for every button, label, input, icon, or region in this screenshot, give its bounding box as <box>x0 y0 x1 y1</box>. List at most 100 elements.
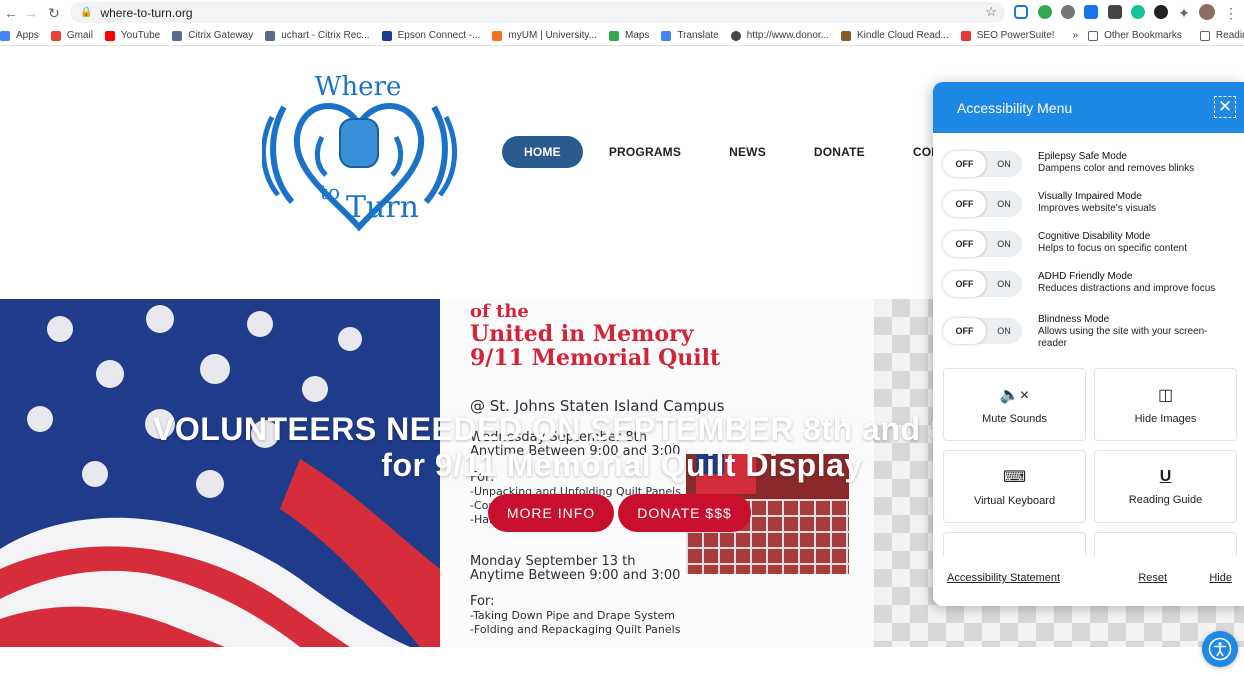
cognitive-toggle[interactable]: OFF ON <box>943 231 1022 257</box>
mode-description: Helps to focus on specific content <box>1038 243 1187 254</box>
reload-icon[interactable]: ↻ <box>43 2 65 24</box>
epilepsy-toggle[interactable]: OFF ON <box>943 151 1022 177</box>
reset-link[interactable]: Reset <box>1138 572 1167 584</box>
bookmark-item[interactable]: Epson Connect -... <box>381 30 480 41</box>
close-icon[interactable]: ✕ <box>1214 96 1236 118</box>
tile-label: Virtual Keyboard <box>973 494 1056 507</box>
browser-menu-icon[interactable]: ⋮ <box>1220 2 1242 24</box>
extension-chat-icon[interactable] <box>1014 5 1028 19</box>
translate-icon <box>661 30 672 41</box>
nav-home[interactable]: HOME <box>502 136 583 168</box>
hide-link[interactable]: Hide <box>1209 572 1232 584</box>
toggle-off-label: OFF <box>943 318 986 344</box>
gmail-icon <box>50 30 61 41</box>
mode-text: ADHD Friendly Mode Reduces distractions a… <box>1038 271 1215 295</box>
accessibility-menu-header: Accessibility Menu <box>933 82 1244 133</box>
more-info-button[interactable]: MORE INFO <box>488 494 614 532</box>
bookmark-item[interactable]: uchart - Citrix Rec... <box>265 30 370 41</box>
mode-text: Blindness Mode Allows using the site with… <box>1038 314 1223 350</box>
nav-donate[interactable]: DONATE <box>814 145 865 159</box>
mode-title: Visually Impaired Mode <box>1038 191 1142 202</box>
bookmark-star-icon[interactable]: ☆ <box>985 4 997 20</box>
bookmark-item[interactable]: Translate <box>661 30 719 41</box>
accessibility-icon <box>1208 637 1232 661</box>
mute-icon: 🔈× <box>999 386 1030 404</box>
reading-guide-icon: U <box>1159 467 1172 485</box>
bookmark-item[interactable]: Citrix Gateway <box>172 30 253 41</box>
accessibility-statement-link[interactable]: Accessibility Statement <box>947 572 1060 584</box>
bookmark-item[interactable]: Kindle Cloud Read... <box>841 30 949 41</box>
extension-green-icon[interactable] <box>1038 5 1052 19</box>
mode-row-visually-impaired: OFF ON Visually Impaired Mode Improves web… <box>943 191 1238 217</box>
address-bar[interactable]: 🔒 where-to-turn.org ☆ <box>70 2 1005 23</box>
extensions-puzzle-icon[interactable]: ✦ <box>1173 2 1195 24</box>
poster-note: For: <box>470 594 495 609</box>
maps-pin-icon <box>608 30 619 41</box>
mode-title: Blindness Mode <box>1038 314 1110 325</box>
url-text: where-to-turn.org <box>100 5 193 20</box>
mode-description: Reduces distractions and improve focus <box>1038 283 1216 294</box>
bookmark-item[interactable]: myUM | University... <box>492 30 597 41</box>
donate-hero-button[interactable]: DONATE $$$ <box>618 494 751 532</box>
citrix-icon <box>172 30 183 41</box>
mode-row-blindness: OFF ON Blindness Mode Allows using the sit… <box>943 314 1238 350</box>
mute-sounds-button[interactable]: 🔈× Mute Sounds <box>943 368 1086 441</box>
lock-icon: 🔒 <box>80 7 93 18</box>
toggle-on-label: ON <box>997 159 1011 169</box>
bookmark-item[interactable]: Apps <box>0 30 39 41</box>
toggle-on-label: ON <box>997 326 1011 336</box>
visually-impaired-toggle[interactable]: OFF ON <box>943 191 1022 217</box>
toggle-off-label: OFF <box>943 151 986 177</box>
um-icon <box>492 30 503 41</box>
bookmark-item[interactable]: SEO PowerSuite! <box>960 30 1055 41</box>
mode-description: Improves website's visuals <box>1038 203 1157 214</box>
mode-text: Cognitive Disability Mode Helps to focus … <box>1038 231 1187 255</box>
extension-doc-icon[interactable] <box>1108 5 1122 19</box>
mode-text: Epilepsy Safe Mode Dampens color and remo… <box>1038 151 1194 175</box>
globe-icon <box>730 30 741 41</box>
apps-grid-icon <box>0 30 10 41</box>
bookmark-item[interactable]: YouTube <box>104 30 160 41</box>
forward-icon[interactable]: → <box>20 2 42 24</box>
accessibility-footer: Accessibility Statement Reset Hide <box>933 572 1244 584</box>
mode-row-adhd: OFF ON ADHD Friendly Mode Reduces distract… <box>943 271 1238 297</box>
epson-icon <box>381 30 392 41</box>
mode-description: Dampens color and removes blinks <box>1038 163 1195 174</box>
extension-globe-icon[interactable] <box>1061 5 1075 19</box>
bookmark-item[interactable]: http://www.donor... <box>730 30 829 41</box>
kindle-icon <box>841 30 851 41</box>
bookmarks-more-button[interactable]: » <box>1073 30 1079 41</box>
extension-dark-icon[interactable] <box>1154 5 1168 19</box>
poster-line: 9/11 Memorial Quilt <box>470 345 721 371</box>
toggle-off-label: OFF <box>943 271 986 297</box>
profile-avatar[interactable] <box>1199 4 1215 20</box>
nav-programs[interactable]: PROGRAMS <box>609 145 681 159</box>
extension-blue-icon[interactable] <box>1084 5 1098 19</box>
hide-images-icon: ◫ <box>1157 386 1174 404</box>
reading-guide-button[interactable]: U Reading Guide <box>1094 450 1237 523</box>
virtual-keyboard-button[interactable]: ⌨ Virtual Keyboard <box>943 450 1086 523</box>
bookmark-item[interactable]: Gmail <box>50 30 93 41</box>
other-bookmarks-folder[interactable]: Other Bookmarks <box>1088 30 1182 41</box>
toggle-off-label: OFF <box>943 191 986 217</box>
reading-list-icon <box>1199 30 1210 41</box>
browser-toolbar: ← → ↻ 🔒 where-to-turn.org ☆ ✦ ⋮ <box>0 0 1244 25</box>
poster-line: United in Memory <box>470 321 694 347</box>
hide-images-button[interactable]: ◫ Hide Images <box>1094 368 1237 441</box>
adhd-toggle[interactable]: OFF ON <box>943 271 1022 297</box>
bookmark-item[interactable]: Maps <box>608 30 649 41</box>
tile-label: Hide Images <box>1134 412 1197 425</box>
nav-news[interactable]: NEWS <box>729 145 766 159</box>
toggle-on-label: ON <box>997 239 1011 249</box>
poster-note: -Folding and Repackaging Quilt Panels <box>470 623 681 636</box>
reading-list-button[interactable]: Reading List <box>1199 30 1244 41</box>
extension-grammarly-icon[interactable] <box>1131 5 1145 19</box>
where-to-turn-logo[interactable]: Where to Turn <box>262 67 457 237</box>
accessibility-launcher-button[interactable] <box>1202 631 1238 667</box>
logo-text-to: to <box>320 180 340 204</box>
mode-text: Visually Impaired Mode Improves website's… <box>1038 191 1156 215</box>
blindness-toggle[interactable]: OFF ON <box>943 318 1022 344</box>
poster-note: Anytime Between 9:00 and 3:00 <box>470 568 681 583</box>
back-icon[interactable]: ← <box>0 2 22 24</box>
accessibility-menu: Accessibility Menu ✕ OFF ON Epilepsy Safe… <box>933 82 1244 606</box>
